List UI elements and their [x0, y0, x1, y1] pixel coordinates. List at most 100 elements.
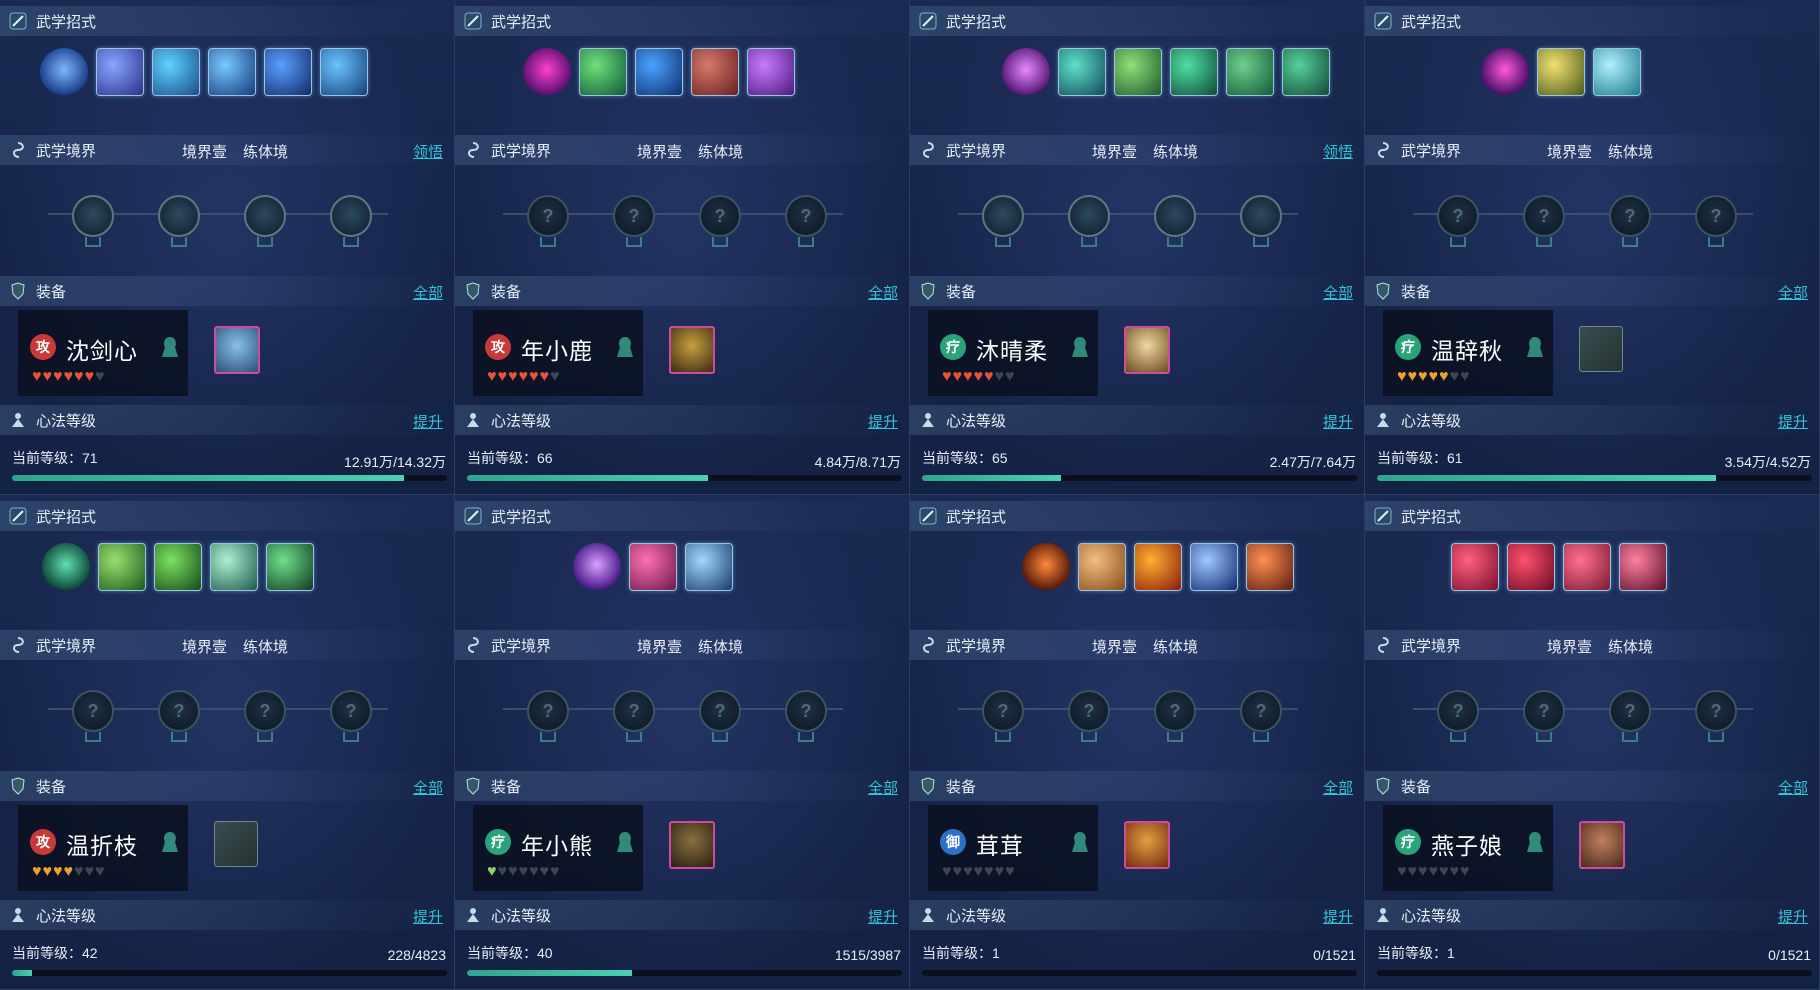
upgrade-link[interactable]: 提升: [1323, 411, 1353, 432]
upgrade-link[interactable]: 提升: [868, 411, 898, 432]
comprehend-link[interactable]: 领悟: [1323, 141, 1353, 162]
question-icon[interactable]: ?: [982, 690, 1024, 732]
character-box[interactable]: 疗 沐晴柔 ♥♥♥♥♥♥♥: [928, 310, 1098, 396]
comprehend-link[interactable]: 领悟: [413, 141, 443, 162]
fire-swirl-icon[interactable]: [1246, 543, 1294, 591]
red-slash-icon[interactable]: [1451, 543, 1499, 591]
upgrade-link[interactable]: 提升: [868, 906, 898, 927]
water-splash-icon[interactable]: [1058, 48, 1106, 96]
character-box[interactable]: 攻 年小鹿 ♥♥♥♥♥♥♥: [473, 310, 643, 396]
green-figure-icon[interactable]: [42, 543, 90, 591]
upgrade-link[interactable]: 提升: [1778, 411, 1808, 432]
fox-pink-icon[interactable]: [629, 543, 677, 591]
upgrade-link[interactable]: 提升: [413, 411, 443, 432]
sword-flash-icon[interactable]: [96, 48, 144, 96]
upgrade-link[interactable]: 提升: [413, 906, 443, 927]
green-wind-icon[interactable]: [1114, 48, 1162, 96]
golden-rays-icon[interactable]: [1537, 48, 1585, 96]
sword-pierce-icon[interactable]: [264, 48, 312, 96]
gold-red-armor-icon[interactable]: [1124, 821, 1170, 869]
dark-armor-icon[interactable]: [669, 821, 715, 869]
all-equipment-link[interactable]: 全部: [868, 282, 898, 303]
green-dash-icon[interactable]: [154, 543, 202, 591]
character-box[interactable]: 御 茸茸 ♥♥♥♥♥♥♥: [928, 805, 1098, 891]
character-box[interactable]: 攻 沈剑心 ♥♥♥♥♥♥♥: [18, 310, 188, 396]
question-icon[interactable]: ?: [613, 195, 655, 237]
purple-slash-icon[interactable]: [747, 48, 795, 96]
rock-flesh-icon[interactable]: [691, 48, 739, 96]
leather-armor-icon[interactable]: [1579, 821, 1625, 869]
green-ring-icon[interactable]: [210, 543, 258, 591]
question-icon[interactable]: ?: [330, 690, 372, 732]
rose-icon[interactable]: [1563, 543, 1611, 591]
question-icon[interactable]: ?: [785, 195, 827, 237]
purple-crystal-icon[interactable]: [573, 543, 621, 591]
lotus-icon[interactable]: [982, 195, 1024, 237]
character-box[interactable]: 疗 年小熊 ♥♥♥♥♥♥♥: [473, 805, 643, 891]
all-equipment-link[interactable]: 全部: [1778, 282, 1808, 303]
leaf-blade-icon[interactable]: [1226, 48, 1274, 96]
question-icon[interactable]: ?: [527, 690, 569, 732]
armor-icon[interactable]: [214, 326, 260, 374]
empty-slot-icon[interactable]: [214, 821, 258, 867]
character-box[interactable]: 攻 温折枝 ♥♥♥♥♥♥♥: [18, 805, 188, 891]
fire-burst-icon[interactable]: [1134, 543, 1182, 591]
question-icon[interactable]: ?: [1523, 690, 1565, 732]
question-icon[interactable]: ?: [785, 690, 827, 732]
all-equipment-link[interactable]: 全部: [413, 282, 443, 303]
slash-blue-icon[interactable]: [320, 48, 368, 96]
vortex-purple-icon[interactable]: [523, 48, 571, 96]
question-icon[interactable]: ?: [1695, 690, 1737, 732]
question-icon[interactable]: ?: [72, 690, 114, 732]
flame-figure-icon[interactable]: [1022, 543, 1070, 591]
moon-icon[interactable]: [1068, 195, 1110, 237]
all-equipment-link[interactable]: 全部: [868, 777, 898, 798]
red-dancer-icon[interactable]: [1619, 543, 1667, 591]
question-icon[interactable]: ?: [244, 690, 286, 732]
question-icon[interactable]: ?: [1695, 195, 1737, 237]
swirl-icon[interactable]: [158, 195, 200, 237]
buddha-face-icon[interactable]: [1078, 543, 1126, 591]
upgrade-link[interactable]: 提升: [1323, 906, 1353, 927]
magic-sigil-icon[interactable]: [1481, 48, 1529, 96]
leaf-burst-icon[interactable]: [579, 48, 627, 96]
character-box[interactable]: 疗 温辞秋 ♥♥♥♥♥♥♥: [1383, 310, 1553, 396]
question-icon[interactable]: ?: [1437, 690, 1479, 732]
upgrade-link[interactable]: 提升: [1778, 906, 1808, 927]
question-icon[interactable]: ?: [699, 195, 741, 237]
water-wave-icon[interactable]: [635, 48, 683, 96]
spiral-blue-icon[interactable]: [40, 48, 88, 96]
yin-yang-icon[interactable]: [266, 543, 314, 591]
crown-icon[interactable]: [1240, 195, 1282, 237]
all-equipment-link[interactable]: 全部: [1323, 777, 1353, 798]
wave-icon[interactable]: [1154, 195, 1196, 237]
question-icon[interactable]: ?: [1523, 195, 1565, 237]
feather-icon[interactable]: [72, 195, 114, 237]
green-claw-icon[interactable]: [98, 543, 146, 591]
question-icon[interactable]: ?: [158, 690, 200, 732]
question-icon[interactable]: ?: [613, 690, 655, 732]
question-icon[interactable]: ?: [699, 690, 741, 732]
empty-slot-icon[interactable]: [1579, 326, 1623, 372]
dancer-purple-icon[interactable]: [1002, 48, 1050, 96]
green-swirl-icon[interactable]: [1282, 48, 1330, 96]
all-equipment-link[interactable]: 全部: [1778, 777, 1808, 798]
sun-ring-icon[interactable]: [1593, 48, 1641, 96]
question-icon[interactable]: ?: [1068, 690, 1110, 732]
red-claw-icon[interactable]: [1507, 543, 1555, 591]
question-icon[interactable]: ?: [1609, 690, 1651, 732]
question-icon[interactable]: ?: [1609, 195, 1651, 237]
question-icon[interactable]: ?: [527, 195, 569, 237]
green-vortex-icon[interactable]: [1170, 48, 1218, 96]
blade-icon[interactable]: [244, 195, 286, 237]
question-icon[interactable]: ?: [1240, 690, 1282, 732]
all-equipment-link[interactable]: 全部: [413, 777, 443, 798]
white-gold-armor-icon[interactable]: [1124, 326, 1170, 374]
ice-shard-icon[interactable]: [685, 543, 733, 591]
question-icon[interactable]: ?: [1154, 690, 1196, 732]
blade-arc-icon[interactable]: [208, 48, 256, 96]
whirl-blue-icon[interactable]: [152, 48, 200, 96]
blue-moon-icon[interactable]: [1190, 543, 1238, 591]
question-icon[interactable]: ?: [1437, 195, 1479, 237]
character-box[interactable]: 疗 燕子娘 ♥♥♥♥♥♥♥: [1383, 805, 1553, 891]
